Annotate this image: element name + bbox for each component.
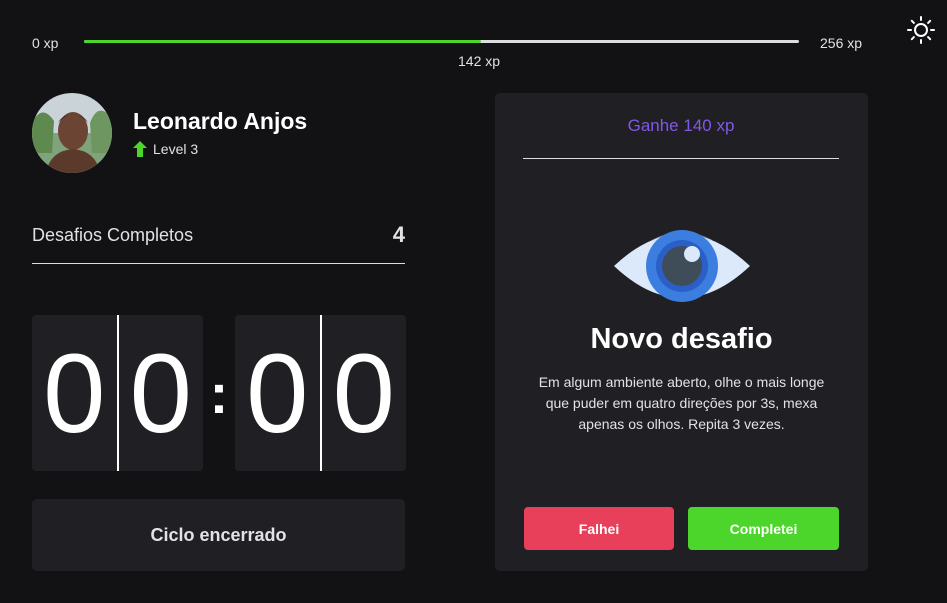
countdown-digit: 0 xyxy=(129,330,192,456)
completed-challenges-label: Desafios Completos xyxy=(32,225,194,245)
challenge-title: Novo desafio xyxy=(590,323,773,355)
xp-min-label: 0 xp xyxy=(32,35,59,51)
challenge-card: Ganhe 140 xp Novo desafio Em algum ambie… xyxy=(495,93,868,571)
xp-max-label: 256 xp xyxy=(820,35,863,51)
challenge-reward: Ganhe 140 xp xyxy=(523,93,839,159)
avatar xyxy=(32,93,112,173)
countdown-seconds: 0 0 xyxy=(235,315,406,471)
countdown-digit: 0 xyxy=(235,315,322,471)
xp-progress-fill xyxy=(84,40,481,43)
page: 0 xp 142 xp 256 xp Leonardo Anjos Level … xyxy=(0,0,947,603)
xp-current-label: 142 xp xyxy=(458,53,501,69)
completed-challenges-count: 4 xyxy=(392,222,405,247)
cycle-ended-button[interactable]: Ciclo encerrado xyxy=(32,499,405,571)
countdown-digit: 0 xyxy=(332,330,395,456)
level-label: Level 3 xyxy=(153,141,199,157)
challenge-completed-button[interactable]: Completei xyxy=(688,507,839,550)
theme-toggle-button[interactable] xyxy=(906,15,936,45)
countdown-separator: : xyxy=(209,361,229,425)
sun-icon xyxy=(907,16,935,44)
level-up-arrow-icon xyxy=(133,141,147,157)
level-indicator: Level 3 xyxy=(133,141,198,157)
avatar-image xyxy=(32,93,112,173)
user-name: Leonardo Anjos xyxy=(133,108,308,134)
completed-challenges: Desafios Completos 4 xyxy=(32,222,405,264)
countdown-minutes: 0 0 xyxy=(32,315,203,471)
challenge-failed-button[interactable]: Falhei xyxy=(524,507,674,550)
eye-icon xyxy=(614,230,750,302)
xp-progress-bar xyxy=(84,40,799,43)
challenge-description: Em algum ambiente aberto, olhe o mais lo… xyxy=(538,374,825,432)
countdown-digit: 0 xyxy=(32,315,119,471)
